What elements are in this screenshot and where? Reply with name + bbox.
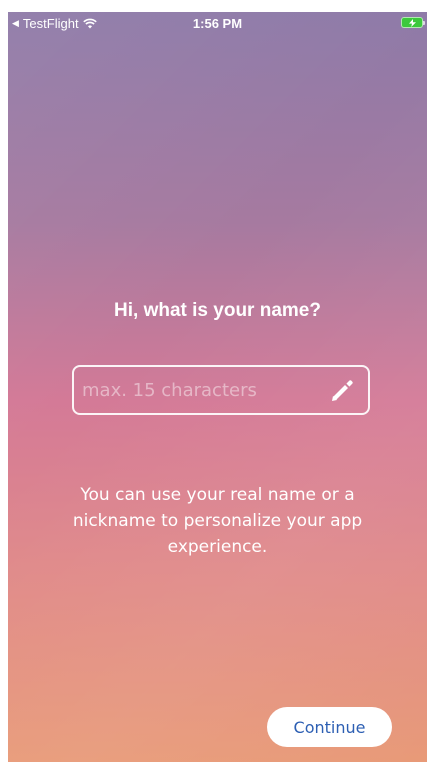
battery-charging-icon: [401, 17, 425, 28]
name-field[interactable]: [72, 365, 370, 415]
name-question: Hi, what is your name?: [114, 300, 321, 321]
app-screen: ◀ TestFlight 1:56 PM Hi, what is your na…: [8, 12, 427, 762]
pencil-icon[interactable]: [328, 376, 356, 404]
helper-text: You can use your real name or a nickname…: [72, 485, 363, 557]
status-bar: ◀ TestFlight 1:56 PM: [8, 12, 427, 34]
status-time: 1:56 PM: [192, 16, 243, 31]
name-input[interactable]: [82, 367, 322, 413]
continue-button[interactable]: Continue: [267, 707, 392, 747]
